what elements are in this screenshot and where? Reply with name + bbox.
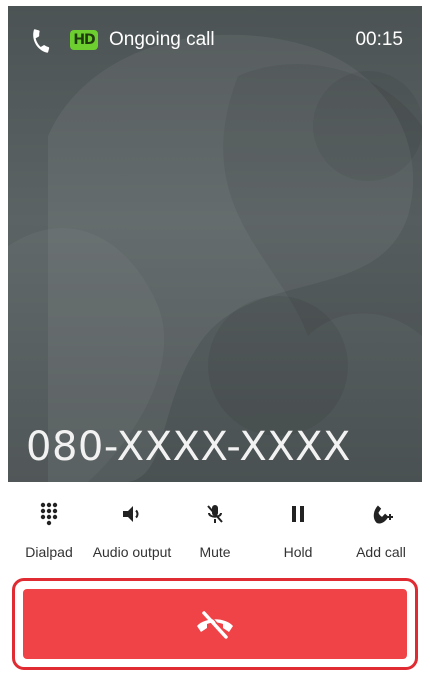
dialpad-label: Dialpad (25, 544, 73, 560)
phone-handset-icon (33, 29, 50, 53)
caller-number: 080-XXXX-XXXX (26, 424, 351, 470)
hd-voice-badge: HD (70, 30, 98, 50)
call-status-row: HD Ongoing call 00:15 (8, 24, 422, 58)
hold-label: Hold (283, 544, 313, 560)
mute-button[interactable]: Mute (174, 486, 256, 570)
call-timer: 00:15 (355, 29, 403, 50)
end-call-button[interactable] (23, 589, 407, 659)
speaker-icon (123, 506, 139, 522)
add-call-label: Add call (356, 544, 406, 560)
call-status-text: Ongoing call (109, 29, 215, 50)
add-call-button[interactable]: Add call (340, 486, 422, 570)
background-handset-graphic (8, 34, 422, 482)
mute-label: Mute (199, 544, 231, 560)
pause-icon (292, 506, 304, 522)
mic-off-icon (207, 505, 223, 523)
add-call-icon (373, 505, 393, 524)
dialpad-icon (40, 502, 58, 526)
call-controls: Dialpad Audio output Mute Hold Add call (8, 486, 422, 570)
call-screen: HD Ongoing call 00:15 080-XXXX-XXXX Dial… (0, 0, 430, 677)
call-info-panel: HD Ongoing call 00:15 080-XXXX-XXXX (8, 6, 422, 482)
end-call-icon (197, 610, 233, 639)
hold-button[interactable]: Hold (257, 486, 339, 570)
end-call-highlight (12, 578, 418, 670)
dialpad-button[interactable]: Dialpad (8, 486, 90, 570)
audio-output-button[interactable]: Audio output (91, 486, 173, 570)
audio-output-label: Audio output (92, 544, 172, 560)
